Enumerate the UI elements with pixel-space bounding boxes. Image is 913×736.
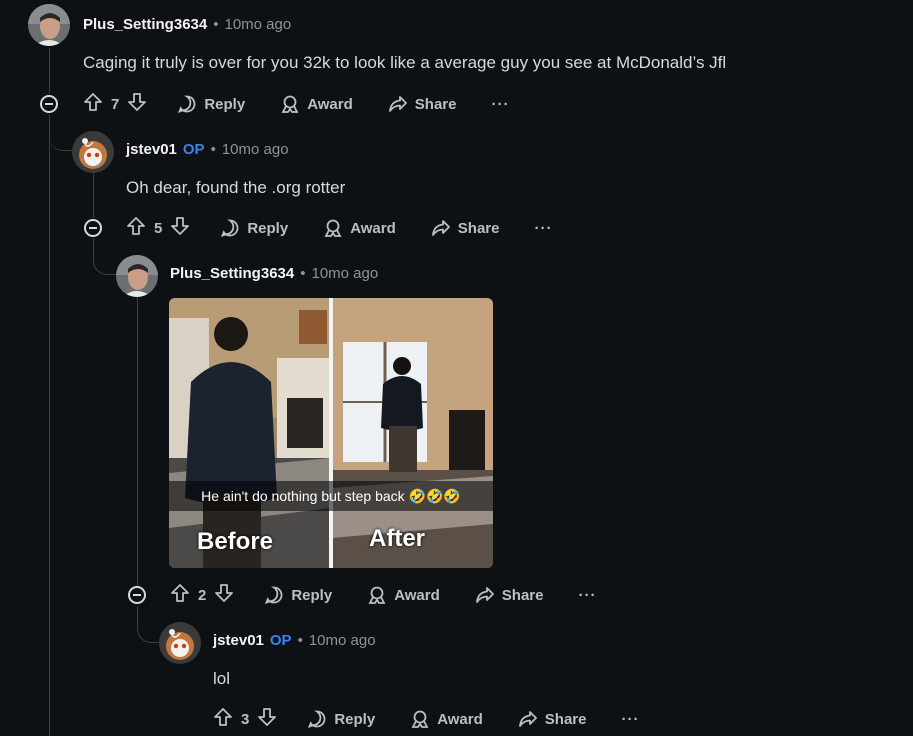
share-button[interactable]: Share: [518, 709, 587, 729]
award-button[interactable]: Award: [280, 94, 353, 114]
share-label: Share: [414, 95, 457, 113]
upvote-icon[interactable]: [213, 707, 233, 731]
avatar[interactable]: [72, 131, 114, 173]
comment-header: jstev01 OP • 10mo ago: [213, 632, 376, 649]
downvote-icon[interactable]: [257, 707, 277, 731]
award-button[interactable]: Award: [367, 585, 440, 605]
comment-actions: 2 Reply Award Share ···: [170, 583, 596, 607]
award-button[interactable]: Award: [410, 709, 483, 729]
username[interactable]: Plus_Setting3634: [170, 265, 294, 282]
reply-label: Reply: [334, 710, 376, 728]
comment-header: Plus_Setting3634 • 10mo ago: [170, 265, 378, 282]
thread-line-1b: [49, 114, 50, 736]
collapse-button[interactable]: [84, 219, 102, 237]
reply-icon: [177, 94, 197, 114]
reply-icon: [307, 709, 327, 729]
avatar[interactable]: [28, 4, 70, 46]
downvote-icon[interactable]: [170, 216, 190, 240]
award-label: Award: [350, 219, 396, 237]
share-icon: [431, 218, 451, 238]
comment-header: jstev01 OP • 10mo ago: [126, 141, 289, 158]
image-caption: He ain't do nothing but step back 🤣🤣🤣: [169, 481, 493, 511]
comment-actions: 3 Reply Award Share ···: [213, 707, 639, 731]
more-options-button[interactable]: ···: [621, 711, 639, 728]
reply-icon: [264, 585, 284, 605]
timestamp[interactable]: 10mo ago: [224, 16, 291, 33]
comment-body: Caging it truly is over for you 32k to l…: [83, 53, 727, 72]
reply-label: Reply: [247, 219, 289, 237]
comment-body: lol: [213, 669, 231, 688]
comment-body: Oh dear, found the .org rotter: [126, 178, 346, 197]
upvote-icon[interactable]: [170, 583, 190, 607]
downvote-icon[interactable]: [214, 583, 234, 607]
separator-dot: •: [300, 265, 306, 282]
vote-group: 5: [126, 216, 190, 240]
reply-label: Reply: [204, 95, 246, 113]
share-button[interactable]: Share: [431, 218, 500, 238]
collapse-button[interactable]: [40, 95, 58, 113]
share-label: Share: [544, 710, 587, 728]
timestamp[interactable]: 10mo ago: [309, 632, 376, 649]
comment-image[interactable]: He ain't do nothing but step back 🤣🤣🤣 Be…: [169, 298, 493, 568]
reply-button[interactable]: Reply: [264, 585, 332, 605]
op-badge: OP: [269, 632, 292, 649]
avatar[interactable]: [159, 622, 201, 664]
vote-group: 7: [83, 92, 147, 116]
award-button[interactable]: Award: [323, 218, 396, 238]
reply-button[interactable]: Reply: [307, 709, 375, 729]
downvote-icon[interactable]: [127, 92, 147, 116]
award-label: Award: [394, 586, 440, 604]
share-icon: [518, 709, 538, 729]
vote-count: 3: [241, 710, 250, 728]
collapse-button[interactable]: [128, 586, 146, 604]
more-options-button[interactable]: ···: [578, 587, 596, 604]
reply-button[interactable]: Reply: [177, 94, 245, 114]
vote-group: 3: [213, 707, 277, 731]
reply-button[interactable]: Reply: [220, 218, 288, 238]
op-badge: OP: [182, 141, 205, 158]
separator-dot: •: [213, 16, 219, 33]
award-label: Award: [437, 710, 483, 728]
share-icon: [388, 94, 408, 114]
share-button[interactable]: Share: [388, 94, 457, 114]
vote-count: 2: [198, 586, 207, 604]
reply-label: Reply: [291, 586, 333, 604]
username[interactable]: jstev01: [213, 632, 264, 649]
award-label: Award: [307, 95, 353, 113]
share-button[interactable]: Share: [475, 585, 544, 605]
share-icon: [475, 585, 495, 605]
reply-icon: [220, 218, 240, 238]
username[interactable]: jstev01: [126, 141, 177, 158]
more-options-button[interactable]: ···: [491, 96, 509, 113]
avatar[interactable]: [116, 255, 158, 297]
award-icon: [410, 709, 430, 729]
vote-group: 2: [170, 583, 234, 607]
share-label: Share: [501, 586, 544, 604]
timestamp[interactable]: 10mo ago: [222, 141, 289, 158]
vote-count: 7: [111, 95, 120, 113]
thread-line-3: [137, 296, 138, 586]
comment-actions: 5 Reply Award Share ···: [126, 216, 552, 240]
thread-line-2: [93, 172, 94, 218]
vote-count: 5: [154, 219, 163, 237]
award-icon: [367, 585, 387, 605]
caption-text: He ain't do nothing but step back 🤣🤣🤣: [201, 487, 461, 504]
award-icon: [280, 94, 300, 114]
upvote-icon[interactable]: [83, 92, 103, 116]
username[interactable]: Plus_Setting3634: [83, 16, 207, 33]
comment-header: Plus_Setting3634 • 10mo ago: [83, 16, 291, 33]
separator-dot: •: [297, 632, 303, 649]
thread-line-1: [49, 48, 50, 94]
upvote-icon[interactable]: [126, 216, 146, 240]
more-options-button[interactable]: ···: [534, 220, 552, 237]
award-icon: [323, 218, 343, 238]
share-label: Share: [457, 219, 500, 237]
timestamp[interactable]: 10mo ago: [311, 265, 378, 282]
after-label: After: [369, 525, 426, 552]
separator-dot: •: [210, 141, 216, 158]
before-label: Before: [197, 528, 274, 555]
comment-actions: 7 Reply Award Share ···: [83, 92, 509, 116]
